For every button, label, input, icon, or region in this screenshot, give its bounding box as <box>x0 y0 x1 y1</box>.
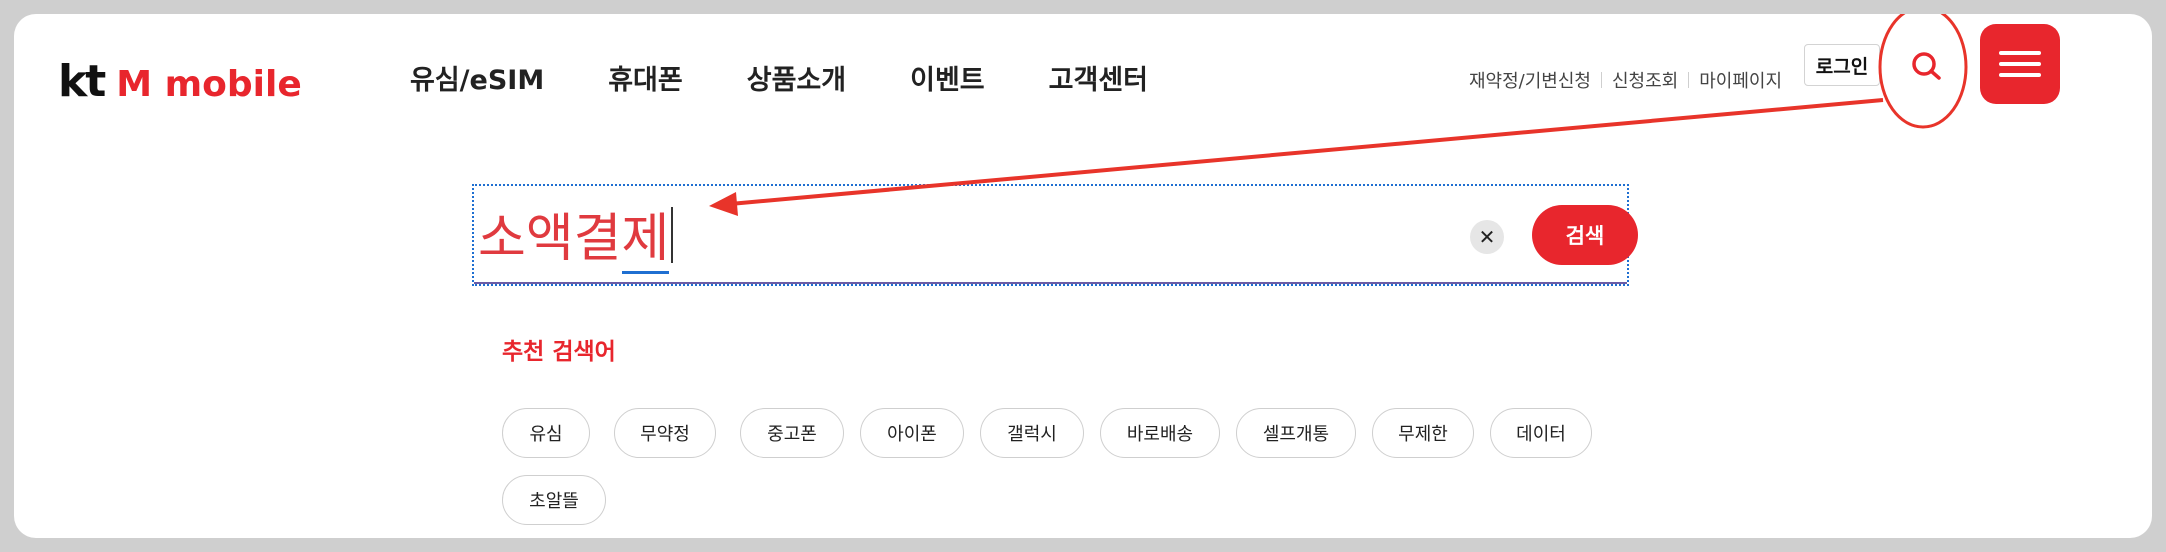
keyword-chip[interactable]: 무제한 <box>1372 408 1474 458</box>
keyword-chip[interactable]: 무약정 <box>614 408 716 458</box>
search-submit-button[interactable]: 검색 <box>1532 205 1638 265</box>
keyword-chip[interactable]: 중고폰 <box>740 408 844 458</box>
keyword-chip[interactable]: 초알뜰 <box>502 475 606 525</box>
main-nav: 유심/eSIM 휴대폰 상품소개 이벤트 고객센터 <box>410 58 1148 97</box>
keyword-chip[interactable]: 바로배송 <box>1100 408 1220 458</box>
keyword-chip[interactable]: 아이폰 <box>860 408 964 458</box>
util-link-mypage[interactable]: 마이페이지 <box>1689 67 1792 93</box>
hamburger-menu-icon <box>1999 51 2041 77</box>
clear-search-button[interactable]: ✕ <box>1470 220 1504 254</box>
keyword-chip[interactable]: 셀프개통 <box>1236 408 1356 458</box>
nav-item-products[interactable]: 상품소개 <box>747 58 846 97</box>
logo-kt-text: kt <box>58 56 106 107</box>
logo[interactable]: kt M mobile <box>58 56 302 107</box>
nav-item-event[interactable]: 이벤트 <box>910 58 985 97</box>
header-search-button[interactable] <box>1896 36 1956 96</box>
keyword-chip[interactable]: 유심 <box>502 408 590 458</box>
login-button[interactable]: 로그인 <box>1804 44 1880 86</box>
keyword-chip[interactable]: 갤럭시 <box>980 408 1084 458</box>
page-frame: kt M mobile 유심/eSIM 휴대폰 상품소개 이벤트 고객센터 재약… <box>14 14 2152 538</box>
search-icon <box>1912 52 1941 80</box>
menu-button[interactable] <box>1980 24 2060 104</box>
nav-item-usim[interactable]: 유심/eSIM <box>410 58 544 97</box>
keyword-chip[interactable]: 데이터 <box>1490 408 1592 458</box>
search-input-value: 소액결 제 <box>478 196 674 274</box>
logo-brand-text: M mobile <box>116 64 302 105</box>
search-text-committed: 소액결 <box>478 209 622 269</box>
text-caret <box>671 207 674 263</box>
close-icon: ✕ <box>1478 225 1496 249</box>
nav-item-phone[interactable]: 휴대폰 <box>608 58 683 97</box>
util-link-order-status[interactable]: 신청조회 <box>1602 67 1688 93</box>
recommended-keywords-title: 추천 검색어 <box>502 339 616 365</box>
nav-item-customer-center[interactable]: 고객센터 <box>1049 58 1148 97</box>
search-input[interactable]: 소액결 제 ✕ 검색 <box>472 184 1638 286</box>
utility-links: 재약정/기변신청 신청조회 마이페이지 <box>1459 67 1792 93</box>
util-link-renewal[interactable]: 재약정/기변신청 <box>1459 67 1601 93</box>
search-text-composing: 제 <box>621 196 670 274</box>
